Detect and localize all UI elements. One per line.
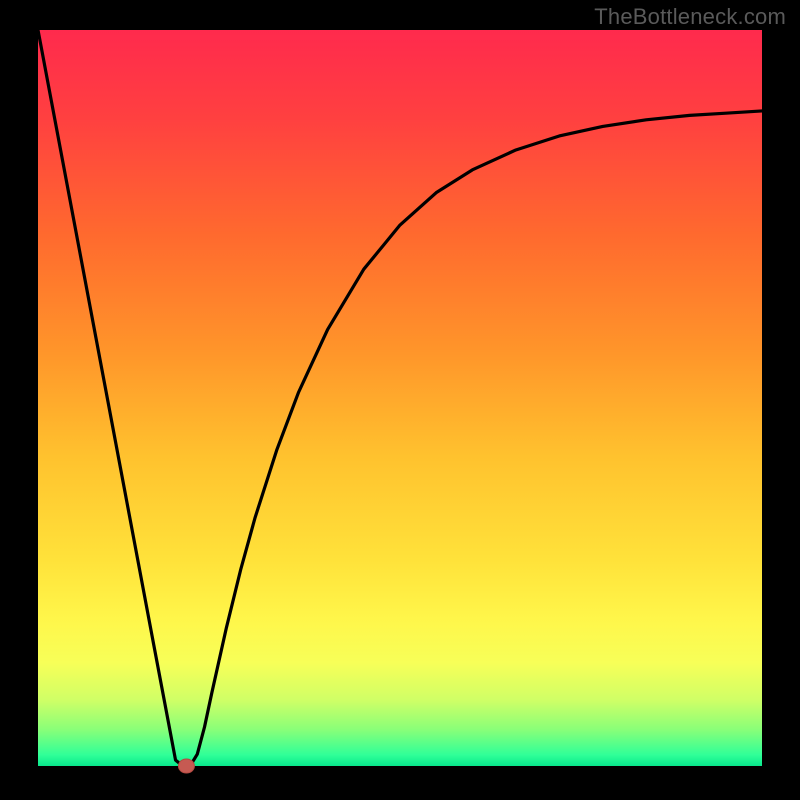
- frame-bottom: [0, 766, 800, 800]
- watermark-text: TheBottleneck.com: [594, 4, 786, 30]
- frame-right: [762, 0, 800, 800]
- chart-container: TheBottleneck.com: [0, 0, 800, 800]
- chart-svg: [0, 0, 800, 800]
- minimum-marker: [178, 759, 194, 773]
- plot-background: [38, 30, 762, 766]
- frame-left: [0, 0, 38, 800]
